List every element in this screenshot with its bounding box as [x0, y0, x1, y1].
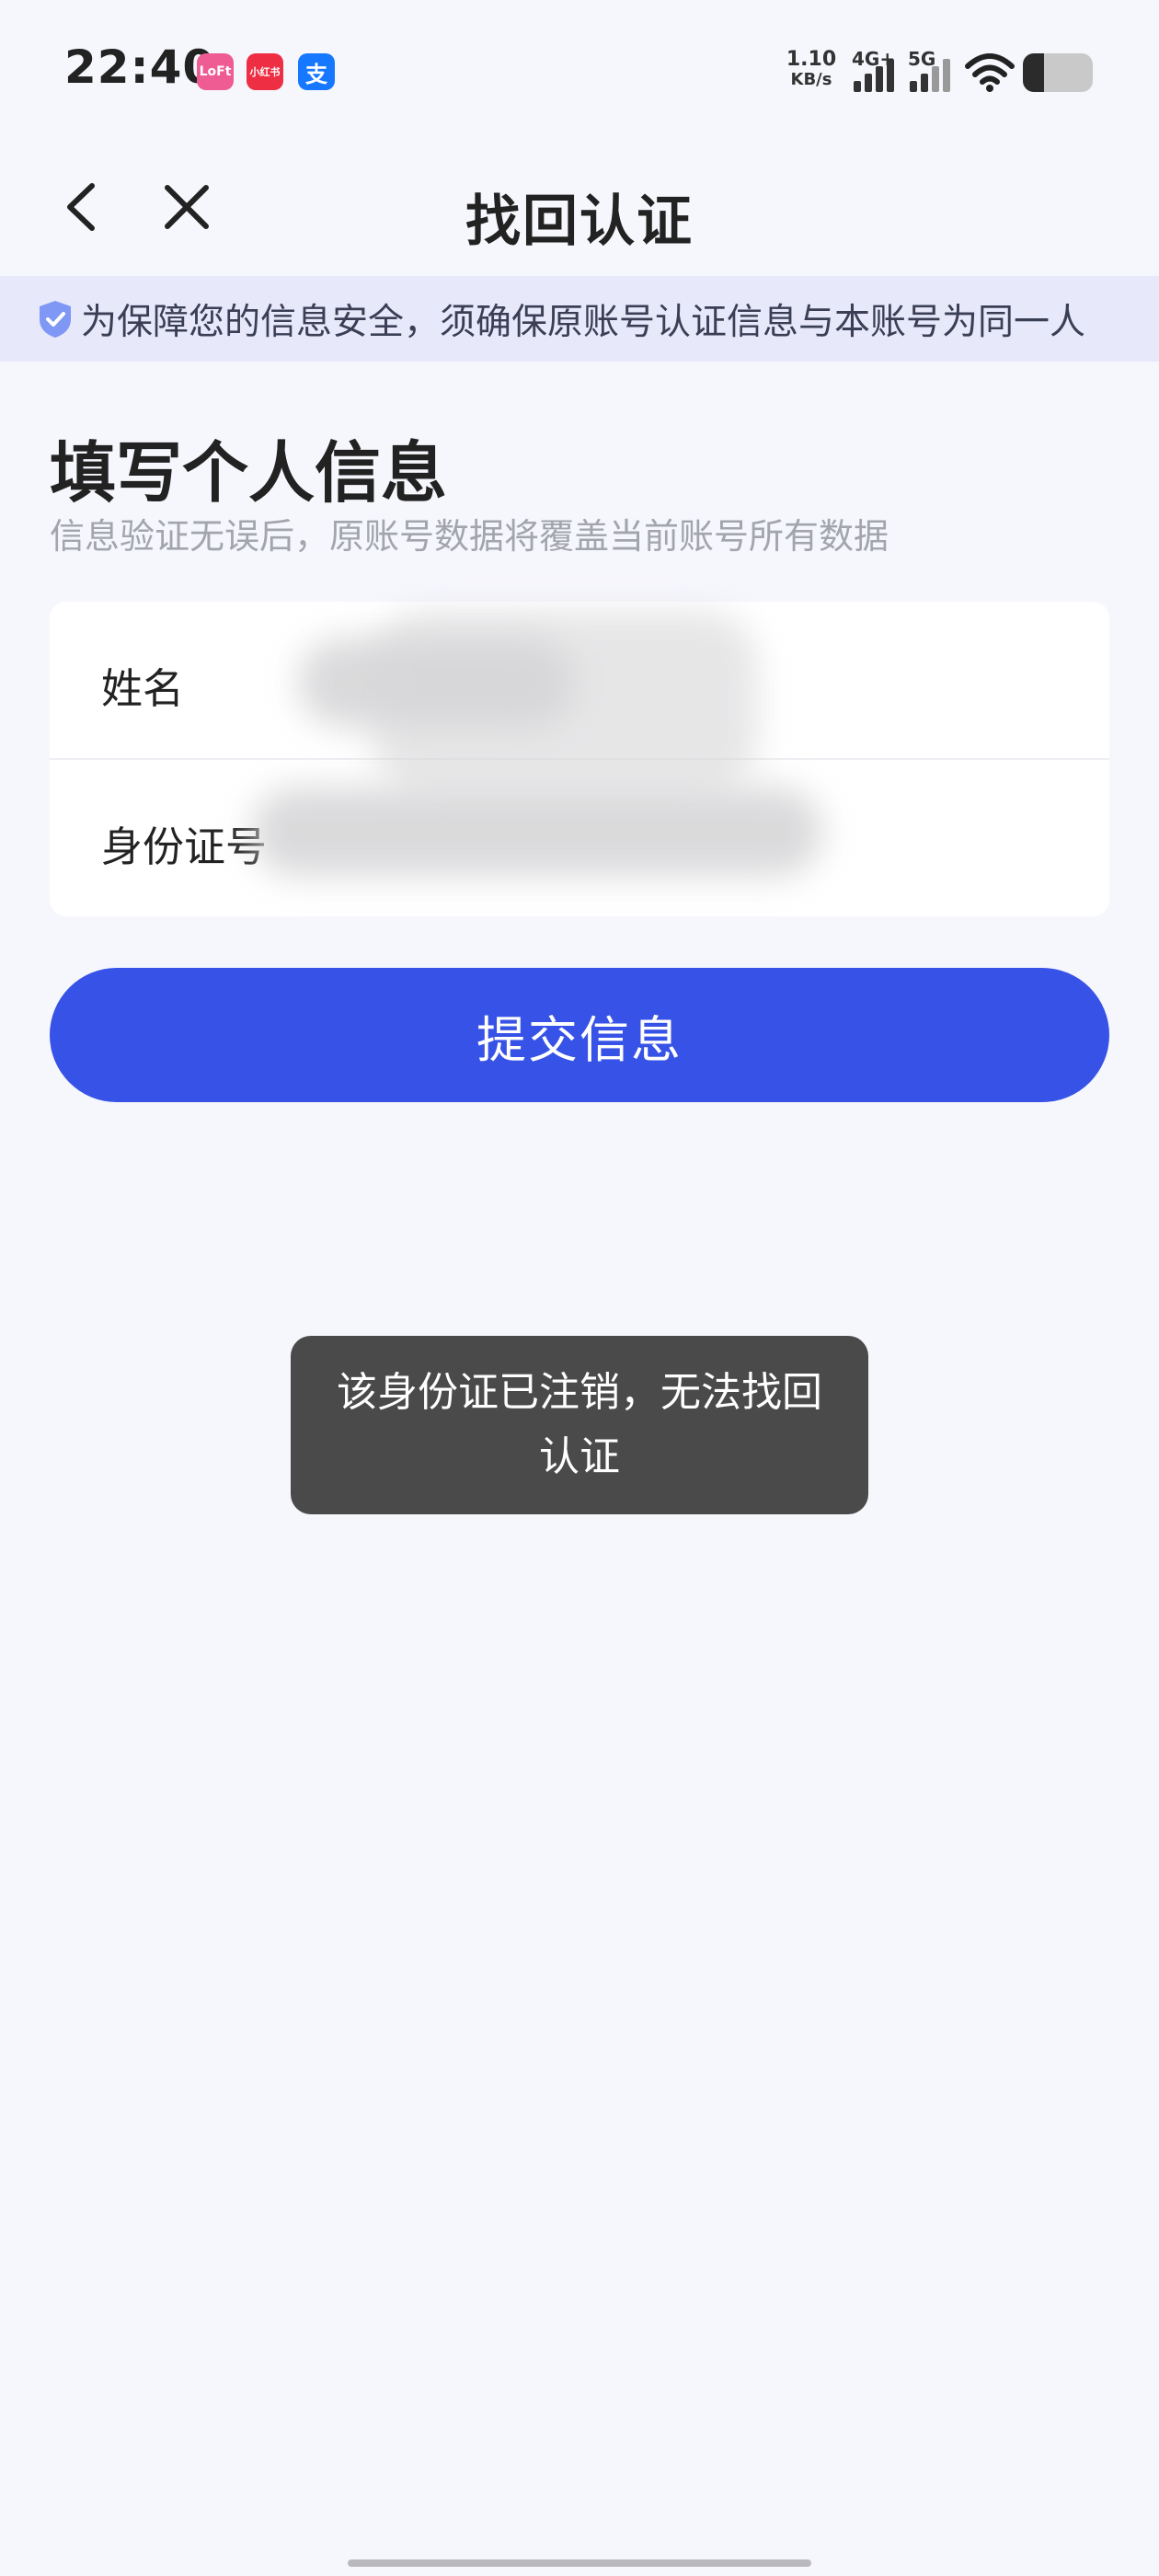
network-speed: 1.10 KB/s	[784, 50, 839, 90]
lofter-app-icon: LoFt	[197, 53, 234, 90]
redacted-value	[372, 611, 758, 795]
battery-level	[1023, 53, 1044, 92]
status-bar: 22:40 LoFt 小红书 支 1.10 KB/s 4G+ 5G	[0, 0, 1159, 138]
security-notice: 为保障您的信息安全，须确保原账号认证信息与本账号为同一人	[0, 276, 1159, 362]
personal-info-form: 姓名 身份证号	[50, 602, 1109, 916]
page-title: 找回认证	[465, 190, 694, 254]
section-subtitle: 信息验证无误后，原账号数据将覆盖当前账号所有数据	[50, 516, 889, 557]
name-label: 姓名	[101, 664, 185, 713]
id-number-label: 身份证号	[101, 822, 268, 871]
xiaohongshu-app-icon: 小红书	[247, 53, 283, 90]
submit-button[interactable]: 提交信息	[50, 968, 1109, 1102]
wifi-icon	[965, 53, 1015, 92]
home-indicator[interactable]	[348, 2559, 811, 2567]
signal-bars-icon	[910, 59, 950, 92]
network-speed-unit: KB/s	[790, 70, 832, 89]
battery-icon	[1023, 53, 1093, 92]
nav-bar: 找回认证	[0, 138, 1159, 276]
network-speed-value: 1.10	[786, 48, 837, 71]
shield-check-icon	[40, 300, 71, 338]
clock: 22:40	[64, 40, 216, 94]
section-title: 填写个人信息	[50, 434, 448, 512]
notice-text: 为保障您的信息安全，须确保原账号认证信息与本账号为同一人	[81, 301, 1086, 343]
toast-message: 该身份证已注销，无法找回认证	[337, 1369, 822, 1480]
error-toast: 该身份证已注销，无法找回认证	[291, 1336, 868, 1514]
signal-bars-icon	[854, 59, 894, 92]
alipay-app-icon: 支	[298, 53, 335, 90]
redacted-value	[252, 788, 822, 876]
